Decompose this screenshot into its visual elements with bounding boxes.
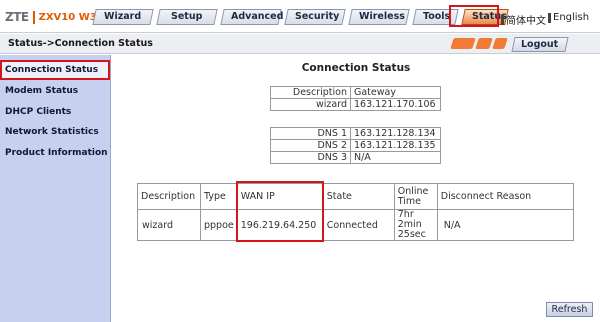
gateway-table: Description Gateway wizard 163.121.170.1… <box>270 86 441 111</box>
wan-header-state: State <box>322 183 395 210</box>
table-row: DNS 1 163.121.128.134 <box>270 127 441 140</box>
sidebar-item-modem-status[interactable]: Modem Status <box>0 81 110 101</box>
sidebar-item-dhcp-clients[interactable]: DHCP Clients <box>0 102 110 122</box>
decorative-stripe <box>450 38 476 49</box>
refresh-button[interactable]: Refresh <box>546 302 593 317</box>
lang-english[interactable]: English <box>548 12 589 23</box>
dns-label: DNS 3 <box>270 151 351 164</box>
sidebar: Connection Status Modem Status DHCP Clie… <box>0 55 111 322</box>
wan-disconnect-reason: N/A <box>436 209 574 241</box>
language-marker-icon <box>548 12 551 23</box>
gateway-description: wizard <box>270 98 351 111</box>
wan-ip-highlight <box>236 181 324 242</box>
table-row: wizard 163.121.170.106 <box>270 98 441 111</box>
sidebar-item-connection-status[interactable]: Connection Status <box>0 60 110 80</box>
wan-header-online-time: Online Time <box>393 183 438 210</box>
wan-header-type: Type <box>200 183 238 210</box>
breadcrumb-bar: Status->Connection Status Logout <box>0 34 600 54</box>
wan-header-disconnect-reason: Disconnect Reason <box>436 183 574 210</box>
tab-security[interactable]: Security <box>284 9 346 25</box>
decorative-stripe <box>475 38 493 49</box>
dns-value: 163.121.128.135 <box>350 139 441 152</box>
wan-description: wizard <box>137 209 201 241</box>
sidebar-item-product-information[interactable]: Product Information <box>0 143 110 163</box>
logout-button[interactable]: Logout <box>511 37 569 52</box>
decorative-stripe <box>492 38 508 49</box>
dns-value: N/A <box>350 151 441 164</box>
logo-divider <box>32 10 35 24</box>
dns-value: 163.121.128.134 <box>350 127 441 140</box>
active-tab-highlight <box>449 5 499 27</box>
lang-chinese[interactable]: 简体中文 <box>501 12 546 27</box>
gateway-header-gateway: Gateway <box>350 86 441 99</box>
wan-state: Connected <box>322 209 395 241</box>
main-content: Connection Status Description Gateway wi… <box>112 55 600 322</box>
table-row: Description Gateway <box>270 86 441 99</box>
brand-name: ZTE <box>5 10 29 24</box>
language-marker-icon <box>501 14 504 25</box>
page-title: Connection Status <box>301 62 411 74</box>
wan-table: Description Type WAN IP State Online Tim… <box>137 183 574 241</box>
wan-header-description: Description <box>137 183 201 210</box>
table-row: DNS 2 163.121.128.135 <box>270 139 441 152</box>
dns-label: DNS 2 <box>270 139 351 152</box>
breadcrumb: Status->Connection Status <box>8 38 153 49</box>
tab-advanced[interactable]: Advanced <box>220 9 283 25</box>
sidebar-item-network-statistics[interactable]: Network Statistics <box>0 122 110 142</box>
dns-label: DNS 1 <box>270 127 351 140</box>
wan-online-time: 7hr 2min 25sec <box>393 209 438 241</box>
gateway-header-description: Description <box>270 86 351 99</box>
dns-table: DNS 1 163.121.128.134 DNS 2 163.121.128.… <box>270 127 441 164</box>
wan-type: pppoe <box>200 209 238 241</box>
top-bar: ZTE ZXV10 W300 Wizard Setup Advanced Sec… <box>0 0 600 33</box>
table-row: DNS 3 N/A <box>270 151 441 164</box>
table-header-row: Description Type WAN IP State Online Tim… <box>137 183 574 210</box>
tab-wireless[interactable]: Wireless <box>348 9 410 25</box>
tab-wizard[interactable]: Wizard <box>92 9 154 25</box>
lang-english-label: English <box>553 12 590 23</box>
gateway-value: 163.121.170.106 <box>350 98 441 111</box>
table-row: wizard pppoe 196.219.64.250 Connected 7h… <box>137 209 574 241</box>
lang-chinese-label: 简体中文 <box>506 16 546 27</box>
tab-setup[interactable]: Setup <box>156 9 218 25</box>
